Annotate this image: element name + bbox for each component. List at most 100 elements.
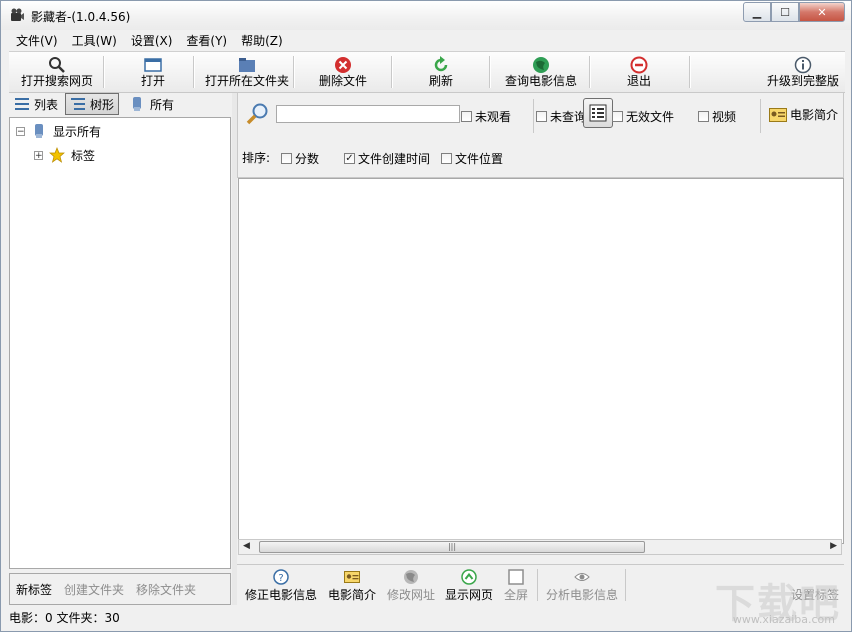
list-view-button[interactable]: 列表 — [9, 93, 63, 115]
movie-intro-toggle[interactable]: 电影简介 — [769, 106, 838, 123]
tree-item-label: 标签 — [71, 148, 96, 163]
delete-icon — [335, 57, 351, 73]
checkbox-box[interactable] — [536, 111, 547, 122]
tree-item-show-all[interactable]: − 显示所有 — [16, 121, 101, 141]
checkbox-checked[interactable]: ✓ — [344, 153, 355, 164]
minimize-button[interactable]: ▁ — [743, 2, 771, 22]
tree-item-tags[interactable]: + 标签 — [34, 145, 95, 165]
create-folder-button[interactable]: 创建文件夹 — [58, 581, 130, 598]
menu-help[interactable]: 帮助(Z) — [234, 32, 290, 49]
movie-list[interactable] — [238, 178, 844, 544]
sort-location-label: 文件位置 — [455, 152, 504, 166]
fix-info-button[interactable]: ? 修正电影信息 — [243, 567, 319, 603]
fix-info-label: 修正电影信息 — [244, 588, 317, 602]
open-folder-button[interactable]: 打开所在文件夹 — [199, 54, 295, 90]
magnifier-icon — [246, 103, 268, 125]
sort-location-checkbox[interactable]: 文件位置 — [441, 150, 503, 167]
action-separator — [537, 569, 538, 601]
refresh-button[interactable]: 刷新 — [407, 54, 475, 90]
folder-tree: − 显示所有 + 标签 — [9, 117, 231, 569]
app-window: 影藏者-(1.0.4.56) ▁ ☐ ✕ 文件(V) 工具(W) 设置(X) 查… — [0, 0, 852, 632]
scroll-left-icon[interactable]: ◀ — [243, 541, 250, 551]
fullscreen-icon — [508, 569, 524, 585]
query-movie-label: 查询电影信息 — [504, 74, 577, 88]
globe-icon — [404, 570, 418, 584]
help-icon: ? — [273, 569, 289, 585]
sort-label: 排序: — [242, 151, 271, 165]
movie-intro-label: 电影简介 — [790, 108, 839, 122]
horizontal-scrollbar[interactable]: ◀ ||| ▶ — [238, 539, 842, 555]
delete-file-button[interactable]: 删除文件 — [305, 54, 381, 90]
action-separator — [625, 569, 626, 601]
fullscreen-button[interactable]: 全屏 — [501, 567, 531, 603]
fullscreen-label: 全屏 — [503, 588, 528, 602]
refresh-icon — [434, 56, 448, 72]
new-tag-button[interactable]: 新标签 — [10, 581, 58, 598]
open-folder-label: 打开所在文件夹 — [204, 74, 289, 88]
open-button[interactable]: 打开 — [121, 54, 185, 90]
checkbox-box[interactable] — [461, 111, 472, 122]
globe-icon — [533, 57, 549, 73]
filter-panel: 未观看 未查询 无效文件 视频 电影简介 排序: 分数 ✓ 文件创建时间 文件位置 — [237, 92, 844, 178]
checkbox-box[interactable] — [612, 111, 623, 122]
drive-icon — [133, 97, 142, 111]
intro-button[interactable]: 电影简介 — [326, 567, 378, 603]
view-switcher: 列表 树形 所有 — [9, 92, 231, 116]
unwatched-checkbox[interactable]: 未观看 — [461, 108, 511, 125]
id-card-icon — [769, 107, 787, 122]
filter-separator — [760, 99, 761, 133]
collapse-icon[interactable]: − — [16, 126, 25, 136]
show-web-button[interactable]: 显示网页 — [443, 567, 495, 603]
open-search-label: 打开搜索网页 — [20, 74, 93, 88]
search-input[interactable] — [276, 105, 460, 123]
detail-view-toggle[interactable] — [583, 98, 613, 128]
checkbox-box[interactable] — [281, 153, 292, 164]
analyze-label: 分析电影信息 — [545, 588, 618, 602]
checkbox-box[interactable] — [441, 153, 452, 164]
checkbox-box[interactable] — [698, 111, 709, 122]
upgrade-button[interactable]: 升级到完整版 — [761, 54, 845, 90]
svg-text:?: ? — [278, 573, 283, 584]
open-search-button[interactable]: 打开搜索网页 — [15, 54, 99, 90]
toolbar-separator — [103, 56, 105, 88]
sort-created-checkbox[interactable]: ✓ 文件创建时间 — [344, 150, 430, 167]
remove-folder-button[interactable]: 移除文件夹 — [130, 581, 202, 598]
menu-tools[interactable]: 工具(W) — [65, 32, 124, 49]
tree-view-button[interactable]: 树形 — [65, 93, 120, 115]
exit-label: 退出 — [626, 74, 651, 88]
menu-view[interactable]: 查看(Y) — [179, 32, 234, 49]
menu-settings[interactable]: 设置(X) — [124, 32, 180, 49]
query-movie-button[interactable]: 查询电影信息 — [499, 54, 583, 90]
id-card-icon — [344, 571, 360, 583]
scroll-thumb[interactable]: ||| — [259, 541, 645, 553]
toolbar-separator — [689, 56, 691, 88]
minimize-icon: ▁ — [752, 5, 762, 19]
edit-url-button[interactable]: 修改网址 — [385, 567, 437, 603]
intro-label: 电影简介 — [327, 588, 376, 602]
scroll-right-icon[interactable]: ▶ — [830, 541, 837, 551]
tree-icon — [71, 98, 86, 110]
video-checkbox[interactable]: 视频 — [698, 108, 736, 125]
all-filter-button[interactable]: 所有 — [125, 93, 179, 115]
toolbar-separator — [489, 56, 491, 88]
not-queried-checkbox[interactable]: 未查询 — [536, 108, 586, 125]
upgrade-label: 升级到完整版 — [766, 74, 839, 88]
expand-icon[interactable]: + — [34, 150, 43, 160]
sort-score-checkbox[interactable]: 分数 — [281, 150, 319, 167]
invalid-file-checkbox[interactable]: 无效文件 — [612, 108, 674, 125]
video-label: 视频 — [712, 110, 737, 124]
main-toolbar: 打开搜索网页 打开 打开所在文件夹 删除文件 刷新 查询电影信息 退出 升级到完… — [9, 51, 845, 93]
detail-list-icon — [589, 104, 607, 122]
not-queried-label: 未查询 — [550, 110, 587, 124]
close-button[interactable]: ✕ — [799, 2, 845, 22]
title-bar[interactable]: 影藏者-(1.0.4.56) ▁ ☐ ✕ — [1, 1, 851, 30]
toolbar-separator — [589, 56, 591, 88]
caption-buttons: ▁ ☐ ✕ — [743, 2, 845, 22]
close-icon: ✕ — [817, 5, 827, 19]
exit-button[interactable]: 退出 — [605, 54, 673, 90]
analyze-button[interactable]: 分析电影信息 — [543, 567, 621, 603]
menu-file[interactable]: 文件(V) — [9, 32, 65, 49]
maximize-icon: ☐ — [780, 5, 790, 19]
maximize-button[interactable]: ☐ — [771, 2, 799, 22]
edit-url-label: 修改网址 — [386, 588, 435, 602]
